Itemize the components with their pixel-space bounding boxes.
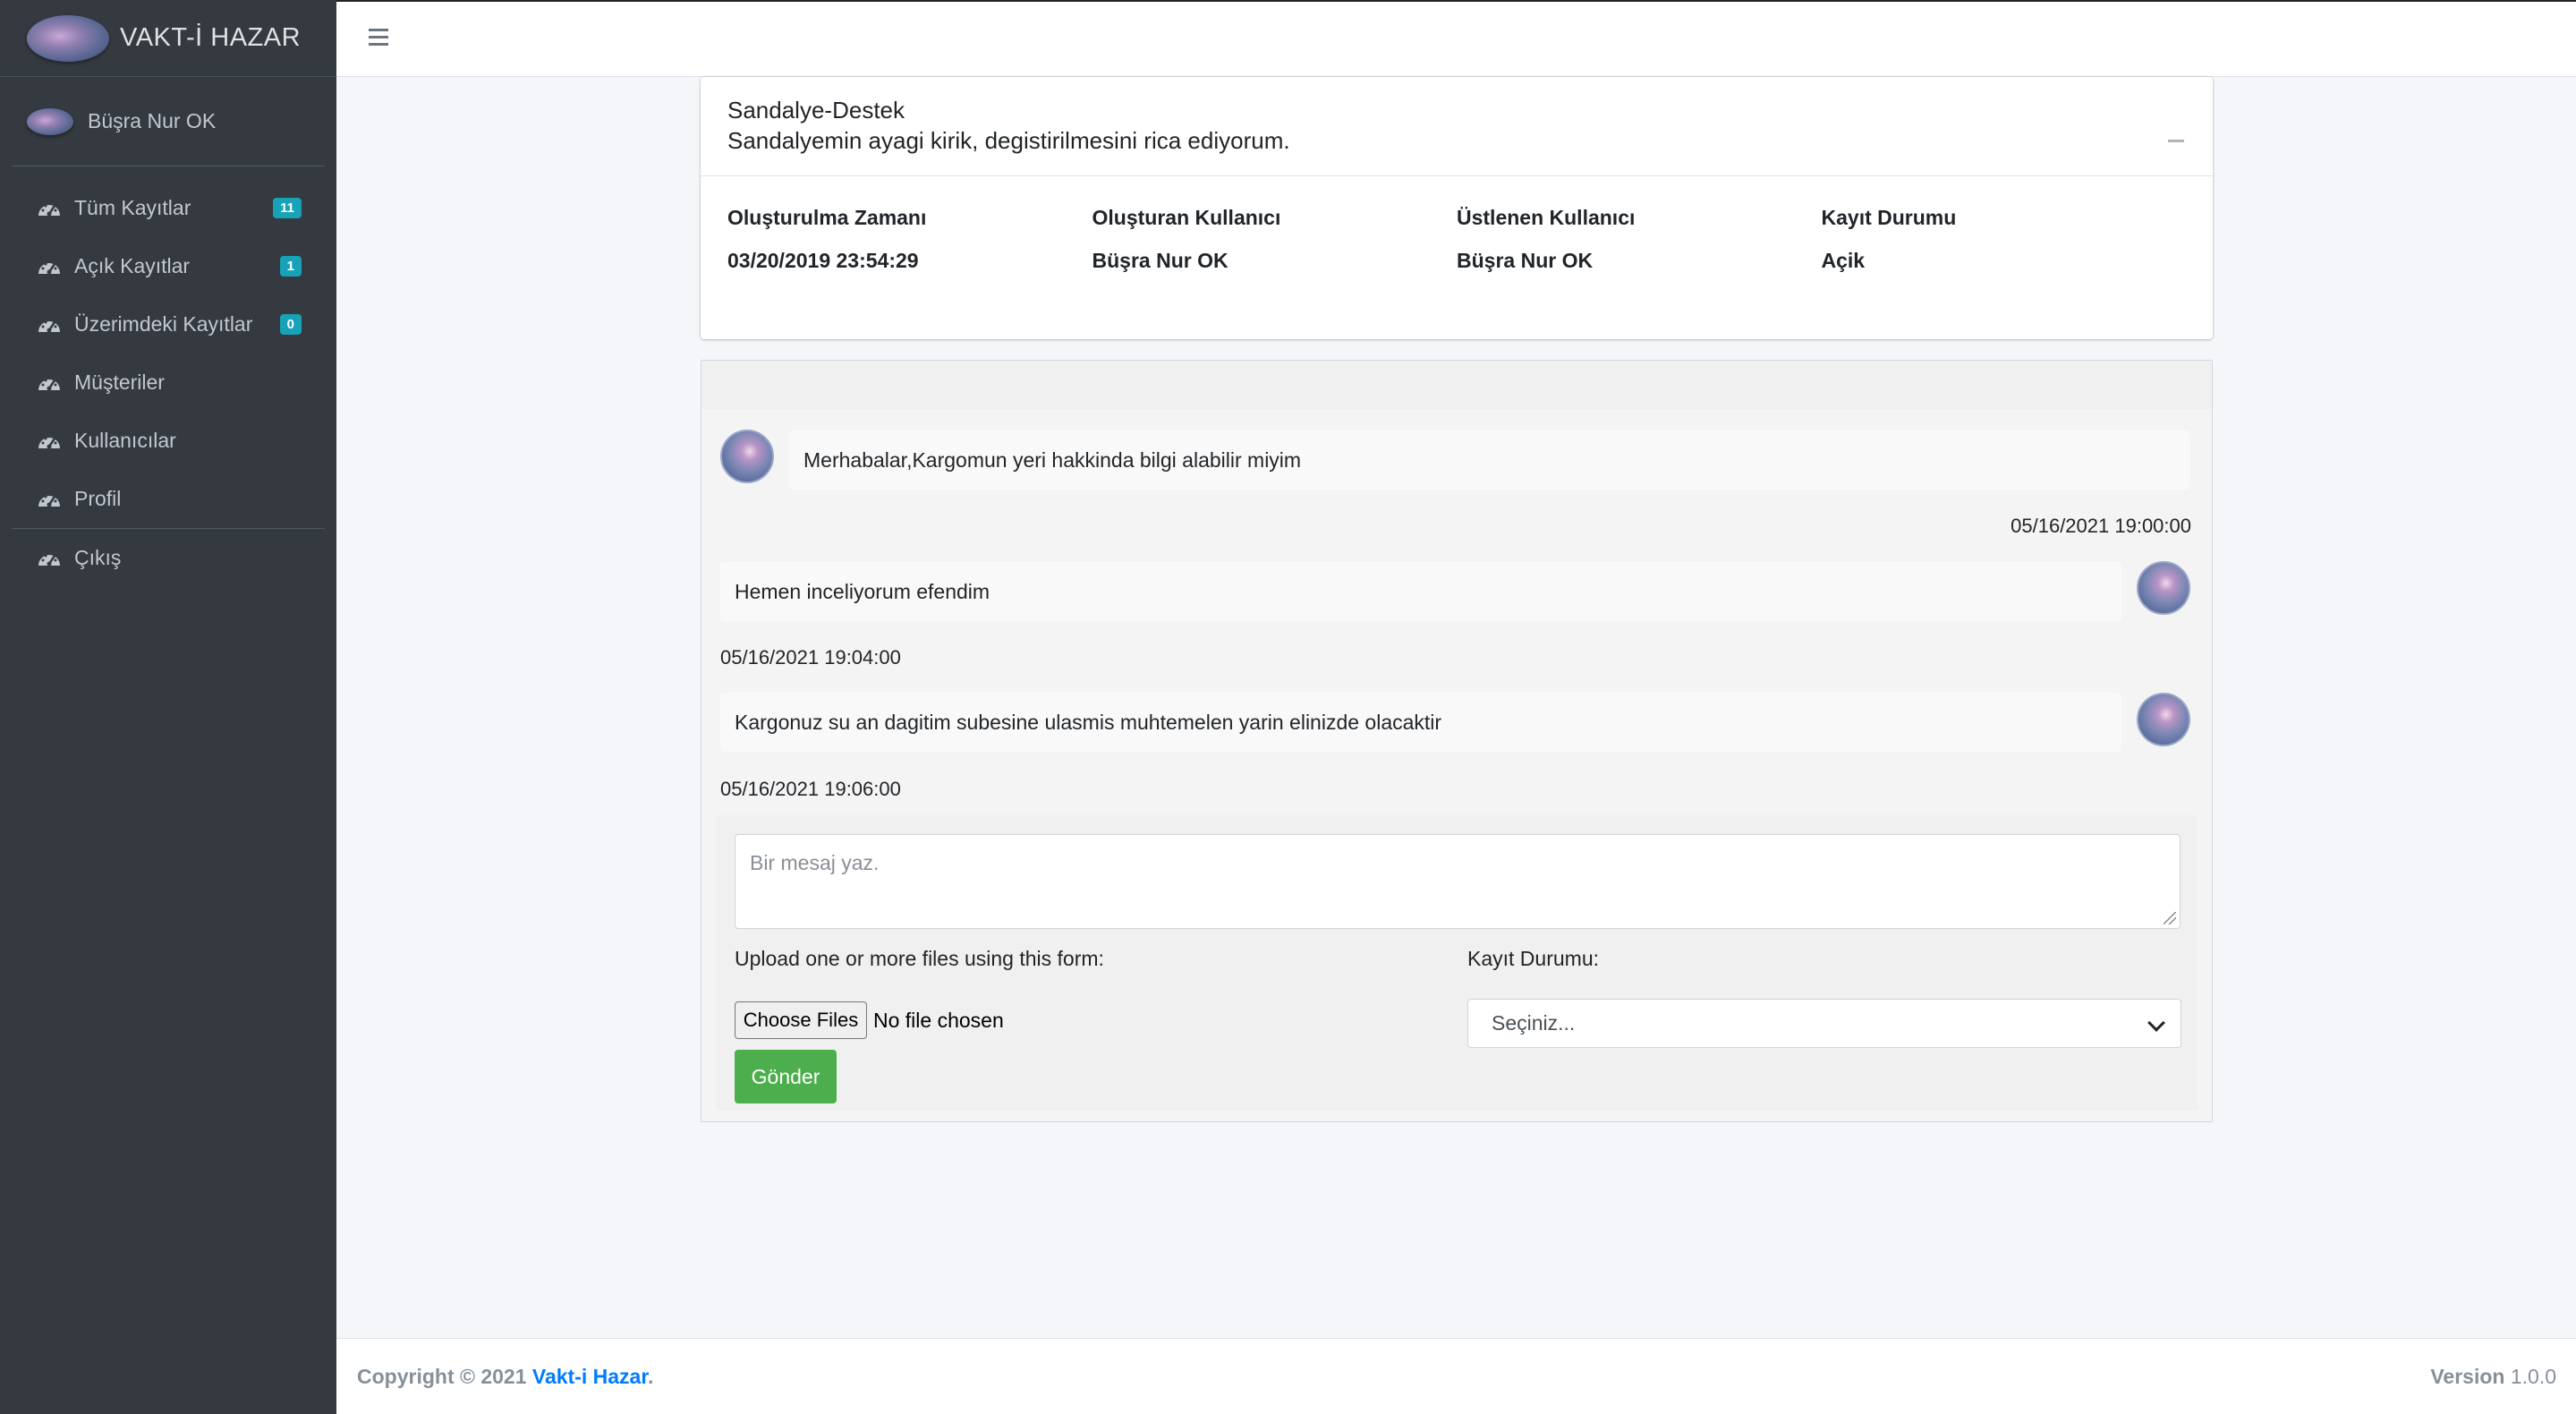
count-badge: 1 (279, 256, 302, 277)
avatar (2137, 561, 2190, 615)
sidebar-item-tum-kayitlar[interactable]: Tüm Kayıtlar 11 (12, 179, 325, 237)
sidebar-item-uzerimdeki-kayitlar[interactable]: Üzerimdeki Kayıtlar 0 (12, 295, 325, 354)
count-badge: 11 (273, 198, 302, 218)
detail-value: Büşra Nur OK (1092, 249, 1228, 272)
sidebar-item-label: Açık Kayıtlar (74, 254, 191, 277)
footer-version: Version 1.0.0 (2430, 1365, 2556, 1389)
dashboard-gauge-icon (38, 495, 60, 507)
detail-value: Açik (1821, 249, 1866, 272)
footer: Copyright © 2021 Vakt-i Hazar. Version 1… (336, 1338, 2576, 1414)
chat-card: Merhabalar,Kargomun yeri hakkinda bilgi … (701, 360, 2213, 1122)
chat-message: Kargonuz su an dagitim subesine ulasmis … (720, 693, 2121, 752)
chevron-down-icon (2147, 1014, 2165, 1032)
dashboard-gauge-icon (38, 262, 60, 274)
detail-created-by: Oluşturan Kullanıcı Büşra Nur OK (1092, 203, 1458, 275)
dashboard-gauge-icon (38, 554, 60, 566)
dashboard-gauge-icon (38, 379, 60, 390)
sidebar-item-acik-kayitlar[interactable]: Açık Kayıtlar 1 (12, 237, 325, 295)
detail-status: Kayıt Durumu Açik (1822, 203, 2187, 275)
status-select[interactable]: Seçiniz... (1467, 999, 2181, 1048)
avatar (720, 430, 774, 483)
brand[interactable]: VAKT-İ HAZAR (0, 0, 336, 77)
status-label: Kayıt Durumu: (1467, 947, 1599, 970)
sidebar-item-label: Üzerimdeki Kayıtlar (74, 312, 253, 336)
footer-link[interactable]: Vakt-i Hazar (532, 1365, 648, 1388)
message-timestamp: 05/16/2021 19:04:00 (720, 646, 901, 669)
sidebar-item-label: Tüm Kayıtlar (74, 196, 191, 219)
menu-toggle-icon[interactable] (369, 29, 388, 47)
version-label: Version (2430, 1364, 2505, 1388)
ticket-header: Sandalye-Destek Sandalyemin ayagi kirik,… (701, 77, 2213, 176)
sidebar-item-label: Çıkış (74, 546, 122, 569)
no-file-text: No file chosen (873, 1009, 1004, 1032)
detail-value: 03/20/2019 23:54:29 (727, 249, 919, 272)
message-input[interactable]: Bir mesaj yaz. (735, 834, 2181, 929)
ticket-title: Sandalye-Destek (727, 97, 905, 124)
dashboard-gauge-icon (38, 320, 60, 332)
resize-grip-icon[interactable] (2164, 912, 2176, 924)
top-navbar (336, 0, 2576, 77)
user-panel[interactable]: Büşra Nur OK (12, 77, 325, 166)
detail-created-at: Oluşturulma Zamanı 03/20/2019 23:54:29 (727, 203, 1092, 275)
ticket-details: Oluşturulma Zamanı 03/20/2019 23:54:29 O… (701, 176, 2213, 275)
count-badge: 0 (279, 314, 302, 335)
detail-label: Oluşturulma Zamanı (727, 206, 927, 229)
detail-label: Üstlenen Kullanıcı (1457, 206, 1636, 229)
message-timestamp: 05/16/2021 19:06:00 (720, 778, 901, 800)
sidebar-item-label: Kullanıcılar (74, 429, 176, 452)
version-number: 1.0.0 (2510, 1364, 2556, 1388)
sidebar-item-kullanicilar[interactable]: Kullanıcılar (12, 412, 325, 470)
detail-label: Kayıt Durumu (1821, 206, 1957, 229)
brand-name: VAKT-İ HAZAR (120, 23, 302, 52)
detail-label: Oluşturan Kullanıcı (1092, 206, 1281, 229)
message-timestamp: 05/16/2021 19:00:00 (2011, 515, 2191, 537)
dashboard-gauge-icon (38, 204, 60, 216)
chat-header (701, 361, 2212, 409)
ticket-description: Sandalyemin ayagi kirik, degistirilmesin… (727, 127, 1290, 154)
chat-message: Merhabalar,Kargomun yeri hakkinda bilgi … (789, 430, 2190, 490)
ticket-card: Sandalye-Destek Sandalyemin ayagi kirik,… (701, 77, 2213, 339)
status-select-value: Seçiniz... (1492, 1011, 1576, 1035)
detail-assignee: Üstlenen Kullanıcı Büşra Nur OK (1457, 203, 1822, 275)
dashboard-gauge-icon (38, 437, 60, 448)
send-button[interactable]: Gönder (735, 1050, 837, 1103)
sidebar: VAKT-İ HAZAR Büşra Nur OK Tüm Kayıtlar 1… (0, 0, 336, 1414)
user-avatar (27, 107, 73, 135)
copyright-text: Copyright © 2021 (357, 1364, 527, 1388)
collapse-minus-icon[interactable] (2168, 127, 2186, 145)
upload-label: Upload one or more files using this form… (735, 947, 1104, 970)
avatar (2137, 693, 2190, 746)
detail-value: Büşra Nur OK (1457, 249, 1594, 272)
sidebar-item-label: Müşteriler (74, 371, 165, 394)
choose-files-button[interactable]: Choose Files (735, 1001, 867, 1039)
sidebar-item-cikis[interactable]: Çıkış (12, 529, 325, 587)
brand-logo (27, 14, 109, 62)
user-name: Büşra Nur OK (88, 109, 217, 132)
sidebar-item-label: Profil (74, 487, 122, 510)
sidebar-item-profil[interactable]: Profil (12, 470, 325, 528)
sidebar-item-musteriler[interactable]: Müşteriler (12, 354, 325, 412)
sidebar-nav: Tüm Kayıtlar 11 Açık Kayıtlar 1 Üzerimde… (12, 166, 325, 587)
footer-copyright: Copyright © 2021 Vakt-i Hazar. (357, 1364, 654, 1388)
chat-message: Hemen inceliyorum efendim (720, 562, 2121, 621)
